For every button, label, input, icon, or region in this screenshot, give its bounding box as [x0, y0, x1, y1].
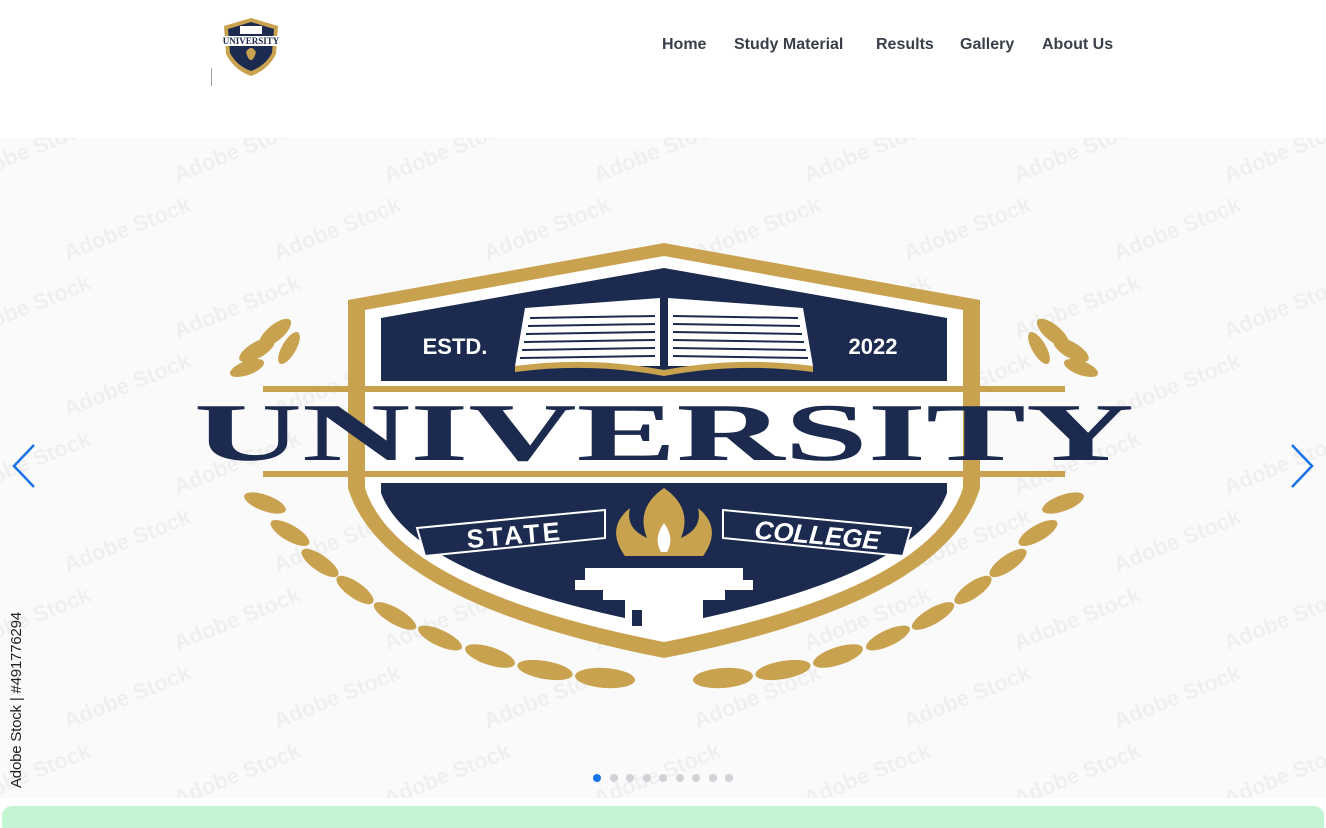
nav-about-us[interactable]: About Us — [1042, 33, 1113, 57]
emblem-title: UNIVERSITY — [194, 387, 1134, 478]
chevron-right-icon — [1291, 444, 1314, 488]
hero-carousel[interactable]: Adobe StockAdobe StockAdobe StockAdobe S… — [0, 138, 1326, 798]
nav-results[interactable]: Results — [876, 33, 934, 57]
nav-gallery[interactable]: Gallery — [960, 33, 1014, 57]
estd-year: 2022 — [849, 334, 898, 359]
image-credit: Adobe Stock | #491776294 — [8, 612, 25, 788]
watermark-text: Adobe Stock — [1320, 660, 1326, 734]
watermark-text: Adobe Stock — [170, 138, 304, 188]
watermark-text: Adobe Stock — [1010, 138, 1144, 188]
watermark-text: Adobe Stock — [800, 738, 934, 798]
watermark-text: Adobe Stock — [380, 738, 514, 798]
carousel-dot[interactable] — [626, 774, 634, 782]
page: UNIVERSITY Home Study Material Results G… — [0, 0, 1326, 828]
carousel-dot[interactable] — [675, 774, 684, 782]
carousel-dot[interactable] — [593, 774, 601, 782]
watermark-text: Adobe Stock — [1220, 582, 1326, 656]
watermark-text: Adobe Stock — [590, 138, 724, 188]
watermark-text: Adobe Stock — [1010, 738, 1144, 798]
watermark-text: Adobe Stock — [60, 348, 194, 422]
watermark-text: Adobe Stock — [1220, 138, 1326, 188]
carousel-dot[interactable] — [692, 774, 700, 782]
carousel-dot[interactable] — [609, 774, 618, 782]
carousel-prev-button[interactable] — [10, 441, 40, 491]
logo-text: UNIVERSITY — [223, 36, 280, 46]
carousel-dot[interactable] — [725, 774, 733, 782]
watermark-text: Adobe Stock — [1320, 348, 1326, 422]
watermark-text: Adobe Stock — [1320, 192, 1326, 266]
chevron-left-icon — [12, 444, 35, 488]
university-logo[interactable]: UNIVERSITY — [218, 14, 284, 80]
carousel-next-button[interactable] — [1286, 441, 1316, 491]
watermark-text: Adobe Stock — [170, 738, 304, 798]
carousel-dot[interactable] — [642, 774, 651, 782]
watermark-text: Adobe Stock — [60, 504, 194, 578]
text-cursor — [211, 68, 212, 86]
estd-label: ESTD. — [423, 334, 488, 359]
carousel-dot[interactable] — [659, 774, 667, 782]
watermark-text: Adobe Stock — [380, 138, 514, 188]
header: UNIVERSITY Home Study Material Results G… — [0, 0, 1326, 100]
watermark-text: Adobe Stock — [590, 738, 724, 798]
watermark-text: Adobe Stock — [0, 138, 94, 188]
bottom-banner — [2, 806, 1324, 828]
watermark-text: Adobe Stock — [60, 660, 194, 734]
watermark-text: Adobe Stock — [0, 270, 94, 344]
nav-home[interactable]: Home — [662, 33, 706, 57]
nav-study-material[interactable]: Study Material — [734, 33, 843, 57]
watermark-text: Adobe Stock — [800, 138, 934, 188]
watermark-text: Adobe Stock — [1220, 738, 1326, 798]
carousel-pagination — [0, 774, 1326, 784]
watermark-text: Adobe Stock — [60, 192, 194, 266]
carousel-dot[interactable] — [708, 774, 717, 782]
university-emblem-image: ESTD. 2022 UNIVERSITY STATE COLLEGE — [194, 243, 1134, 689]
watermark-text: Adobe Stock — [1220, 270, 1326, 344]
watermark-text: Adobe Stock — [1320, 504, 1326, 578]
